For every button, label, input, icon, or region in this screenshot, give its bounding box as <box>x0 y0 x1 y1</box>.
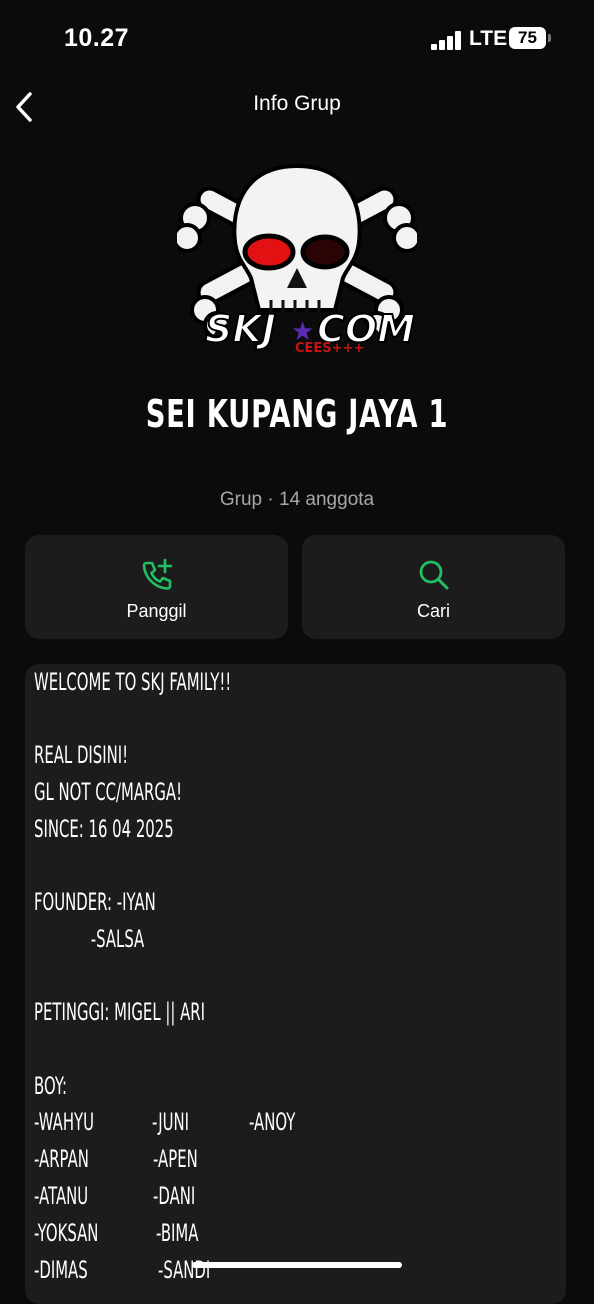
member-name: -APEN <box>153 1145 198 1173</box>
member-name: -JUNI <box>152 1108 189 1136</box>
nav-bar: Info Grup <box>0 80 594 132</box>
page-title: Info Grup <box>253 92 341 115</box>
skull-logo-icon: SKJ ★ COM CEES+++ <box>172 163 422 364</box>
signal-icon <box>431 30 463 50</box>
member-name: -BIMA <box>156 1219 199 1247</box>
logo-text-skj: SKJ <box>205 307 276 351</box>
desc-line: SINCE: 16 04 2025 <box>34 815 174 843</box>
group-type: Grup <box>219 489 263 510</box>
desc-line: PETINGGI: MIGEL || ARI <box>34 998 206 1026</box>
call-label: Panggil <box>126 601 187 621</box>
network-label: LTE <box>469 27 508 50</box>
search-label: Cari <box>416 601 450 621</box>
desc-line: -SALSA <box>34 925 145 953</box>
member-name: -ANOY <box>249 1108 296 1136</box>
member-name: -DANI <box>153 1182 196 1210</box>
status-bar: 10.27 LTE 75 <box>0 0 594 80</box>
separator: · <box>267 489 274 510</box>
home-indicator[interactable] <box>192 1262 402 1268</box>
desc-line: FOUNDER: -IYAN <box>34 888 156 916</box>
desc-line: REAL DISINI! <box>34 741 129 769</box>
logo-text-cees: CEES+++ <box>295 341 364 356</box>
group-avatar[interactable]: SKJ ★ COM CEES+++ <box>172 160 422 370</box>
phone-add-icon <box>142 558 172 590</box>
member-name: -ATANU <box>34 1182 89 1210</box>
status-time: 10.27 <box>64 24 130 52</box>
desc-line: GL NOT CC/MARGA! <box>34 778 183 806</box>
group-name: SEI KUPANG JAYA 1 <box>145 392 449 436</box>
group-description[interactable]: WELCOME TO SKJ FAMILY!! REAL DISINI! GL … <box>25 664 566 1304</box>
battery-icon: 75 <box>509 27 551 49</box>
member-name: -WAHYU <box>34 1108 95 1136</box>
search-button[interactable]: Cari <box>302 535 565 639</box>
desc-line: WELCOME TO SKJ FAMILY!! <box>34 668 232 696</box>
member-count: 14 anggota <box>279 489 375 510</box>
member-name: -ARPAN <box>34 1145 89 1173</box>
call-button[interactable]: Panggil <box>25 535 288 639</box>
desc-line: BOY: <box>34 1072 67 1100</box>
member-name: -YOKSAN <box>34 1219 99 1247</box>
search-icon <box>419 560 448 590</box>
group-subtitle: Grup · 14 anggota <box>0 489 594 511</box>
